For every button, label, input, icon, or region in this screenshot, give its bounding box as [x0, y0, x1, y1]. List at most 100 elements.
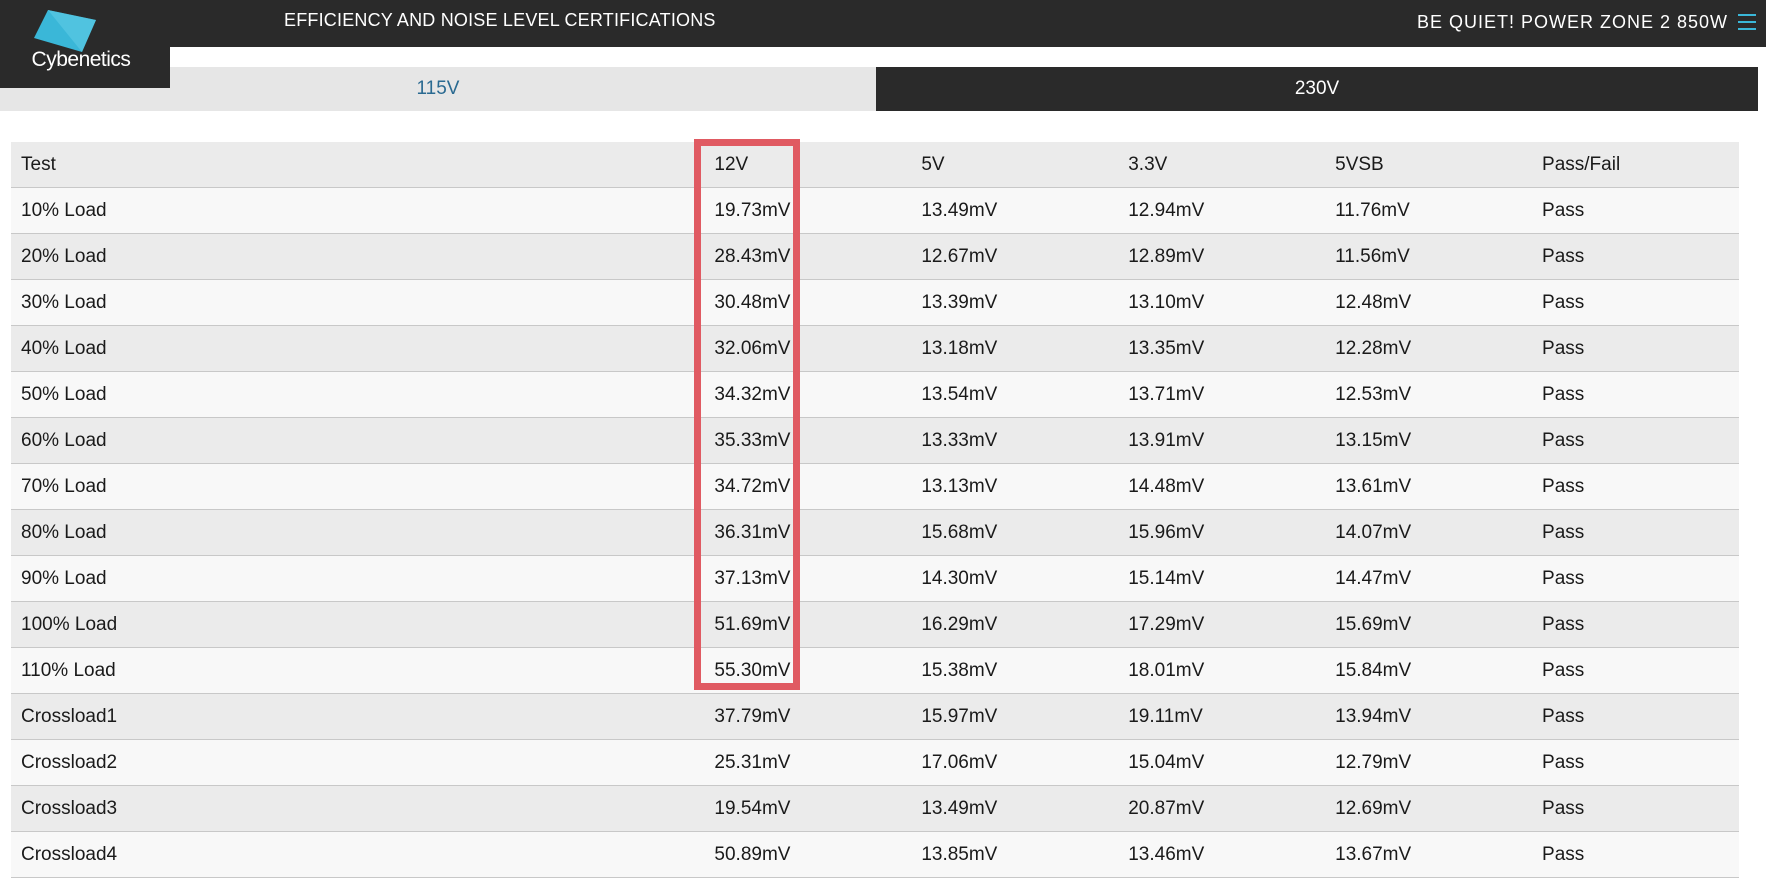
- pass-fail-cell: Pass: [1532, 693, 1739, 740]
- ripple-5v-cell: 13.49mV: [911, 785, 1119, 832]
- ripple-3v3-cell: 13.35mV: [1118, 325, 1326, 372]
- ripple-5v-cell: 13.85mV: [911, 831, 1119, 878]
- ripple-5vsb-cell: 11.56mV: [1325, 233, 1533, 280]
- ripple-5vsb-cell: 12.79mV: [1325, 739, 1533, 786]
- ripple-12v-cell: 25.31mV: [704, 739, 912, 786]
- table-row: 40% Load 32.06mV 13.18mV 13.35mV 12.28mV Pass: [11, 325, 1739, 372]
- hamburger-menu-icon[interactable]: [1738, 14, 1758, 32]
- tab-230v[interactable]: 230V: [876, 67, 1758, 111]
- pass-fail-cell: Pass: [1532, 463, 1739, 510]
- ripple-5v-cell: 15.68mV: [911, 509, 1119, 556]
- pass-fail-cell: Pass: [1532, 785, 1739, 832]
- ripple-12v-cell: 35.33mV: [704, 417, 912, 464]
- column-header-5v: 5V: [911, 142, 1119, 188]
- table-row: 90% Load 37.13mV 14.30mV 15.14mV 14.47mV Pass: [11, 555, 1739, 602]
- ripple-5v-cell: 17.06mV: [911, 739, 1119, 786]
- column-header-test: Test: [11, 142, 705, 188]
- ripple-5v-cell: 13.39mV: [911, 279, 1119, 326]
- ripple-3v3-cell: 15.96mV: [1118, 509, 1326, 556]
- ripple-3v3-cell: 14.48mV: [1118, 463, 1326, 510]
- ripple-3v3-cell: 13.71mV: [1118, 371, 1326, 418]
- table-row: Crossload4 50.89mV 13.85mV 13.46mV 13.67mV Pa…: [11, 831, 1739, 878]
- pass-fail-cell: Pass: [1532, 831, 1739, 878]
- ripple-5v-cell: 13.49mV: [911, 187, 1119, 234]
- pass-fail-cell: Pass: [1532, 187, 1739, 234]
- table-row: 20% Load 28.43mV 12.67mV 12.89mV 11.56mV Pass: [11, 233, 1739, 280]
- ripple-3v3-cell: 15.14mV: [1118, 555, 1326, 602]
- test-name-cell: 70% Load: [11, 463, 705, 510]
- table-row: Crossload2 25.31mV 17.06mV 15.04mV 12.79mV Pa…: [11, 739, 1739, 786]
- table-row: 70% Load 34.72mV 13.13mV 14.48mV 13.61mV Pass: [11, 463, 1739, 510]
- table-row: Crossload1 37.79mV 15.97mV 19.11mV 13.94mV Pa…: [11, 693, 1739, 740]
- ripple-12v-cell: 34.32mV: [704, 371, 912, 418]
- pass-fail-cell: Pass: [1532, 417, 1739, 464]
- ripple-5v-cell: 13.33mV: [911, 417, 1119, 464]
- table-row: Crossload3 19.54mV 13.49mV 20.87mV 12.69mV Pa…: [11, 785, 1739, 832]
- test-name-cell: 50% Load: [11, 371, 705, 418]
- ripple-3v3-cell: 12.94mV: [1118, 187, 1326, 234]
- ripple-table-container: Test 12V 5V 3.3V 5VSB Pass/Fail 10% Load…: [11, 142, 1739, 878]
- table-row: 100% Load 51.69mV 16.29mV 17.29mV 15.69mV Pas…: [11, 601, 1739, 648]
- site-logo[interactable]: Cybenetics: [0, 0, 170, 88]
- test-name-cell: 80% Load: [11, 509, 705, 556]
- ripple-5vsb-cell: 14.47mV: [1325, 555, 1533, 602]
- ripple-5vsb-cell: 13.61mV: [1325, 463, 1533, 510]
- ripple-5vsb-cell: 13.15mV: [1325, 417, 1533, 464]
- ripple-5v-cell: 16.29mV: [911, 601, 1119, 648]
- table-row: 30% Load 30.48mV 13.39mV 13.10mV 12.48mV Pass: [11, 279, 1739, 326]
- test-name-cell: 30% Load: [11, 279, 705, 326]
- ripple-12v-cell: 34.72mV: [704, 463, 912, 510]
- table-row: 110% Load 55.30mV 15.38mV 18.01mV 15.84mV Pas…: [11, 647, 1739, 694]
- ripple-5v-cell: 13.13mV: [911, 463, 1119, 510]
- test-name-cell: 10% Load: [11, 187, 705, 234]
- test-name-cell: 60% Load: [11, 417, 705, 464]
- pass-fail-cell: Pass: [1532, 647, 1739, 694]
- pass-fail-cell: Pass: [1532, 371, 1739, 418]
- ripple-12v-cell: 28.43mV: [704, 233, 912, 280]
- ripple-12v-cell: 32.06mV: [704, 325, 912, 372]
- test-name-cell: Crossload2: [11, 739, 705, 786]
- ripple-5v-cell: 13.54mV: [911, 371, 1119, 418]
- column-header-pass-fail: Pass/Fail: [1532, 142, 1739, 188]
- pass-fail-cell: Pass: [1532, 233, 1739, 280]
- cybenetics-logo-icon: [34, 10, 96, 52]
- column-header-3v3: 3.3V: [1118, 142, 1326, 188]
- ripple-12v-cell: 19.54mV: [704, 785, 912, 832]
- ripple-12v-cell: 51.69mV: [704, 601, 912, 648]
- ripple-12v-cell: 37.13mV: [704, 555, 912, 602]
- test-name-cell: 100% Load: [11, 601, 705, 648]
- test-name-cell: Crossload1: [11, 693, 705, 740]
- ripple-5vsb-cell: 15.69mV: [1325, 601, 1533, 648]
- ripple-5vsb-cell: 15.84mV: [1325, 647, 1533, 694]
- ripple-12v-cell: 50.89mV: [704, 831, 912, 878]
- ripple-3v3-cell: 13.46mV: [1118, 831, 1326, 878]
- table-row: 10% Load 19.73mV 13.49mV 12.94mV 11.76mV Pass: [11, 187, 1739, 234]
- ripple-5vsb-cell: 14.07mV: [1325, 509, 1533, 556]
- ripple-12v-cell: 19.73mV: [704, 187, 912, 234]
- ripple-12v-cell: 30.48mV: [704, 279, 912, 326]
- ripple-3v3-cell: 12.89mV: [1118, 233, 1326, 280]
- column-header-5vsb: 5VSB: [1325, 142, 1533, 188]
- product-title: BE QUIET! POWER ZONE 2 850W: [1416, 12, 1728, 32]
- ripple-3v3-cell: 13.10mV: [1118, 279, 1326, 326]
- ripple-3v3-cell: 20.87mV: [1118, 785, 1326, 832]
- test-name-cell: 40% Load: [11, 325, 705, 372]
- ripple-5vsb-cell: 11.76mV: [1325, 187, 1533, 234]
- pass-fail-cell: Pass: [1532, 555, 1739, 602]
- table-row: 60% Load 35.33mV 13.33mV 13.91mV 13.15mV Pass: [11, 417, 1739, 464]
- pass-fail-cell: Pass: [1532, 325, 1739, 372]
- top-header-bar: EFFICIENCY AND NOISE LEVEL CERTIFICATION…: [0, 0, 1766, 47]
- ripple-12v-cell: 36.31mV: [704, 509, 912, 556]
- logo-text: Cybenetics: [31, 48, 131, 71]
- test-name-cell: Crossload3: [11, 785, 705, 832]
- ripple-3v3-cell: 15.04mV: [1118, 739, 1326, 786]
- ripple-results-table: Test 12V 5V 3.3V 5VSB Pass/Fail 10% Load…: [11, 142, 1739, 878]
- ripple-5vsb-cell: 13.94mV: [1325, 693, 1533, 740]
- ripple-5v-cell: 15.38mV: [911, 647, 1119, 694]
- ripple-5v-cell: 13.18mV: [911, 325, 1119, 372]
- ripple-3v3-cell: 18.01mV: [1118, 647, 1326, 694]
- ripple-5v-cell: 12.67mV: [911, 233, 1119, 280]
- table-header-row: Test 12V 5V 3.3V 5VSB Pass/Fail: [11, 142, 1739, 188]
- column-header-12v: 12V: [704, 142, 912, 188]
- ripple-3v3-cell: 19.11mV: [1118, 693, 1326, 740]
